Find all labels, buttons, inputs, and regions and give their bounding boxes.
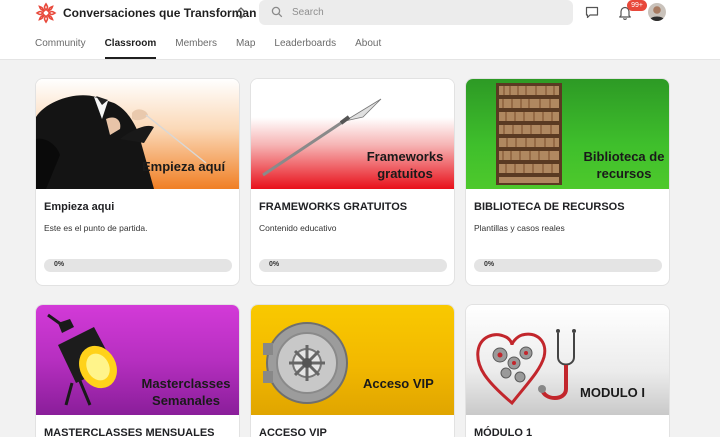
tab-members[interactable]: Members [175, 38, 217, 60]
course-banner-image: Empieza aquí [36, 79, 239, 189]
course-banner-image: Biblioteca de recursos [466, 79, 669, 189]
course-description: Plantillas y casos reales [474, 223, 565, 233]
course-description: Este es el punto de partida. [44, 223, 148, 233]
course-banner-text: Acceso VIP [363, 376, 434, 391]
course-banner-image: Acceso VIP [251, 305, 454, 415]
course-title[interactable]: FRAMEWORKS GRATUITOS [259, 201, 407, 213]
main-tabs: Community Classroom Members Map Leaderbo… [35, 38, 400, 60]
course-card[interactable]: Empieza aquí Empieza aqui Este es el pun… [35, 78, 240, 286]
tab-community[interactable]: Community [35, 38, 86, 60]
course-card[interactable]: Masterclasses Semanales MASTERCLASSES ME… [35, 304, 240, 437]
course-banner-text: Biblioteca de recursos [583, 149, 665, 181]
course-progress-bar: 0% [259, 259, 447, 272]
course-progress-text: 0% [54, 261, 65, 268]
community-logo-icon[interactable] [35, 2, 57, 24]
course-progress-bar: 0% [474, 259, 662, 272]
tab-map[interactable]: Map [236, 38, 255, 60]
course-title[interactable]: BIBLIOTECA DE RECURSOS [474, 201, 625, 213]
search-bar[interactable] [259, 0, 573, 25]
course-banner-image: Masterclasses Semanales [36, 305, 239, 415]
course-card[interactable]: Biblioteca de recursos BIBLIOTECA DE REC… [465, 78, 670, 286]
tab-classroom[interactable]: Classroom [104, 38, 156, 60]
course-progress-bar: 0% [44, 259, 232, 272]
search-icon [271, 6, 283, 18]
course-title[interactable]: ACCESO VIP [259, 427, 327, 437]
course-banner-text: Empieza aquí [142, 159, 226, 174]
course-banner-image: MODULO I [466, 305, 669, 415]
course-title[interactable]: Empieza aqui [44, 201, 114, 213]
course-banner-text: Frameworks gratuitos [366, 149, 444, 181]
tab-leaderboards[interactable]: Leaderboards [274, 38, 336, 60]
course-description: Contenido educativo [259, 223, 337, 233]
notification-count-badge: 99+ [627, 0, 647, 11]
course-title[interactable]: MÓDULO 1 [474, 427, 532, 437]
chat-icon[interactable] [585, 6, 599, 19]
search-input[interactable] [292, 4, 552, 21]
course-progress-text: 0% [484, 261, 495, 268]
course-banner-text: Masterclasses Semanales [141, 376, 231, 408]
course-card[interactable]: MODULO I MÓDULO 1 [465, 304, 670, 437]
course-card[interactable]: Frameworks gratuitos FRAMEWORKS GRATUITO… [250, 78, 455, 286]
chevron-up-down-icon[interactable] [236, 5, 246, 21]
tab-about[interactable]: About [355, 38, 381, 60]
user-avatar[interactable] [648, 3, 666, 21]
course-title[interactable]: MASTERCLASSES MENSUALES [44, 427, 215, 437]
vault-door-illustration [263, 322, 348, 404]
community-name[interactable]: Conversaciones que Transforman [63, 6, 256, 20]
course-card[interactable]: Acceso VIP ACCESO VIP [250, 304, 455, 437]
course-progress-text: 0% [269, 261, 280, 268]
course-banner-text: MODULO I [580, 385, 645, 400]
course-banner-image: Frameworks gratuitos [251, 79, 454, 189]
top-navigation-bar: Conversaciones que Transforman 99+ Commu… [0, 0, 720, 60]
